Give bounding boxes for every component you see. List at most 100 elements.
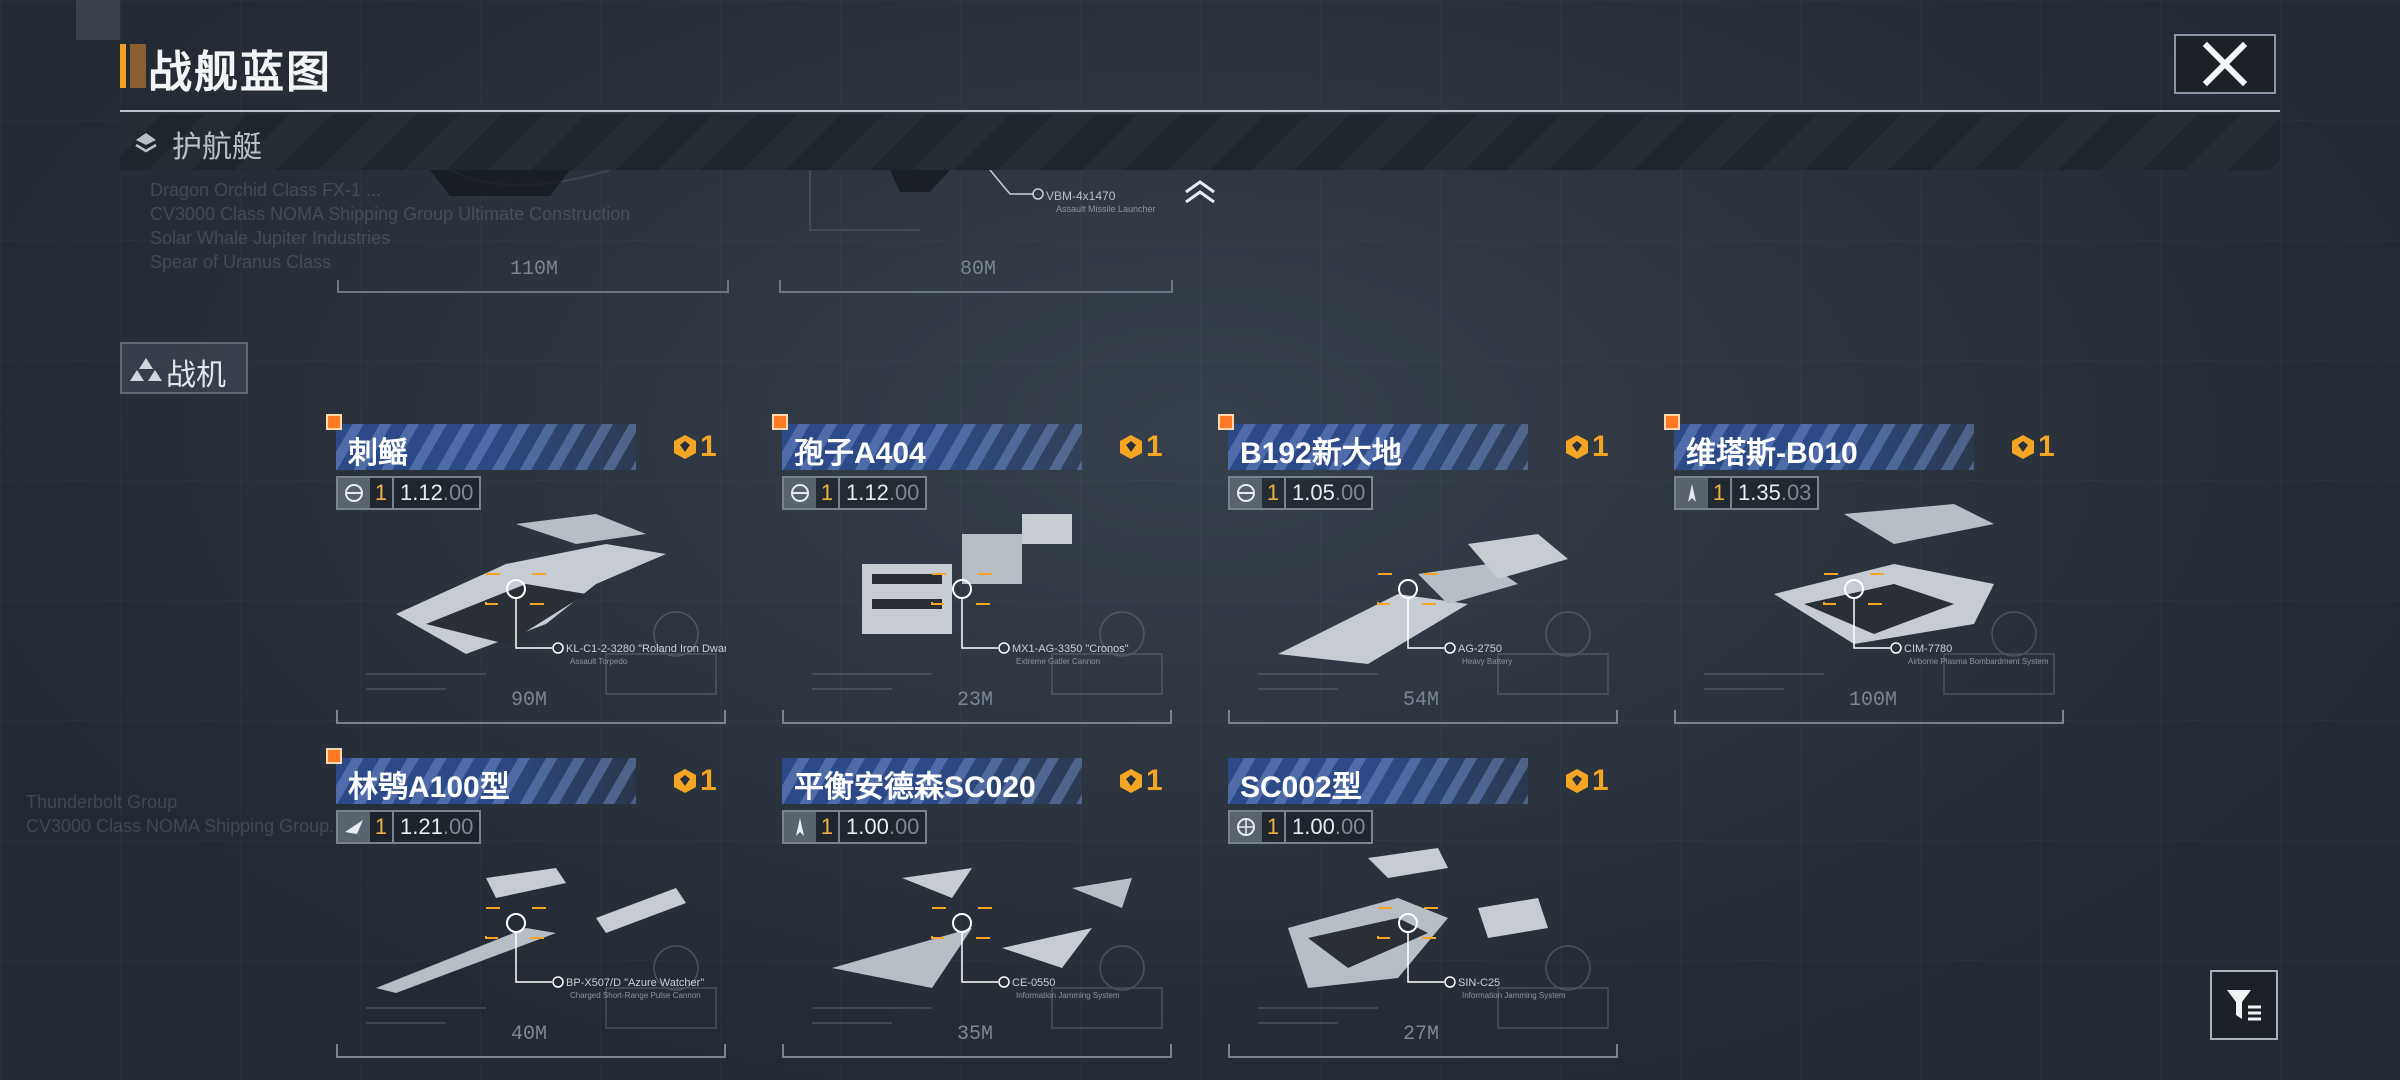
weapon-name: BP-X507/D "Azure Watcher" [566, 977, 704, 989]
weapon-desc: Extreme Gatler Cannon [1016, 657, 1100, 666]
svg-text:110M: 110M [510, 258, 558, 281]
card-name-bar: SC002型 [1228, 758, 1528, 804]
length-ruler [782, 710, 1172, 724]
category-label: 战机 [166, 358, 226, 393]
blueprint-card[interactable]: 孢子A404 1 1 1.12.00 MX1-AG-3350 "Cronos" … [772, 414, 1172, 724]
card-name-bar: 孢子A404 [782, 424, 1082, 470]
weapon-desc: Information Jamming System [1016, 991, 1120, 1000]
new-indicator [772, 414, 788, 430]
blueprint-count: 1 [672, 430, 717, 464]
ship-name: SC002型 [1240, 771, 1362, 804]
blueprint-card[interactable]: SC002型 1 1 1.00.00 SIN-C25 Information J… [1228, 758, 1618, 1058]
collapse-chevron-icon[interactable] [1182, 178, 1218, 206]
power-decimal: .00 [1334, 814, 1366, 839]
close-button[interactable] [2174, 34, 2276, 94]
blueprint-token-icon [1566, 769, 1588, 793]
filter-button[interactable] [2210, 970, 2278, 1040]
ship-length: 23M [957, 689, 994, 712]
svg-text:VBM-4x1470: VBM-4x1470 [1046, 189, 1116, 203]
fighter-icon [791, 484, 809, 502]
ship-blueprint-art: SIN-C25 Information Jamming System [1258, 848, 1609, 1029]
card-name-bar: 刺鳐 [336, 424, 636, 470]
length-ruler [1228, 1044, 1618, 1058]
fighter-icon [345, 484, 363, 502]
count-value: 1 [700, 430, 717, 463]
weapon-name: CE-0550 [1012, 977, 1055, 989]
corner-decoration [76, 0, 120, 40]
escort-row-partial: VBM-4x1470 Assault Missile Launcher 110M… [337, 170, 1173, 293]
weapon-name: CIM-7780 [1904, 643, 1952, 655]
background-lore-text-2: Thunderbolt Group CV3000 Class NOMA Ship… [26, 792, 345, 836]
power-decimal: .00 [442, 814, 474, 839]
blueprint-token-icon [674, 769, 696, 793]
close-icon [2202, 41, 2248, 87]
ship-blueprint-art: MX1-AG-3350 "Cronos" Extreme Gatler Cann… [812, 514, 1163, 695]
ship-name: B192新大地 [1240, 437, 1402, 470]
blueprint-count: 1 [672, 764, 717, 798]
new-indicator [1218, 414, 1234, 430]
layers-icon [135, 133, 157, 153]
weapon-name: MX1-AG-3350 "Cronos" [1012, 643, 1129, 655]
blueprint-card[interactable]: 林鸮A100型 1 1 1.21.00 BP-X507/D "Azure Wat… [326, 748, 726, 1058]
section-label: 护航艇 [172, 130, 262, 165]
new-indicator [326, 414, 342, 430]
support-icon [1237, 818, 1255, 836]
weapon-name: SIN-C25 [1458, 977, 1500, 989]
filter-icon [2227, 990, 2261, 1021]
length-ruler [336, 1044, 726, 1058]
power-value: 1.00 [1292, 814, 1335, 839]
card-name-bar: B192新大地 [1228, 424, 1528, 470]
weapon-desc: Charged Short-Range Pulse Cannon [570, 991, 701, 1000]
weapon-name: AG-2750 [1458, 643, 1502, 655]
blueprint-token-icon [1566, 435, 1588, 459]
length-ruler [336, 710, 726, 724]
blueprint-card[interactable]: 维塔斯-B010 1 1 1.35.03 CIM-7780 Airborne P… [1664, 414, 2064, 724]
header-divider [120, 110, 2280, 112]
blueprint-card[interactable]: B192新大地 1 1 1.05.00 AG-2750 Heavy Batter… [1218, 414, 1618, 724]
power-value: 1.12 [846, 480, 889, 505]
ship-blueprint-art: CIM-7780 Airborne Plasma Bombardment Sys… [1704, 504, 2055, 695]
ship-length: 27M [1403, 1023, 1440, 1046]
svg-text:80M: 80M [960, 258, 996, 281]
weapon-desc: Assault Torpedo [570, 657, 628, 666]
power-value: 1.00 [846, 814, 889, 839]
power-value: 1.12 [400, 480, 443, 505]
blueprint-card[interactable]: 平衡安德森SC020 1 1 1.00.00 CE-0550 Informati… [782, 758, 1172, 1058]
section-header-escort[interactable]: 护航艇 [120, 114, 2280, 170]
fighter-icon [1237, 484, 1255, 502]
ship-length: 54M [1403, 689, 1440, 712]
power-decimal: .00 [442, 480, 474, 505]
count-value: 1 [1146, 764, 1163, 797]
blueprint-count: 1 [1564, 430, 1609, 464]
ship-length: 40M [511, 1023, 548, 1046]
fighter-group-icon [130, 358, 162, 381]
ship-name: 孢子A404 [794, 437, 926, 470]
power-decimal: .03 [1780, 480, 1812, 505]
ship-length: 90M [511, 689, 548, 712]
card-name-bar: 林鸮A100型 [336, 758, 636, 804]
blueprint-card[interactable]: 刺鳐 1 1 1.12.00 KL-C1-2-3280 "Roland Iron… [326, 414, 726, 724]
bomber-icon [1688, 484, 1696, 502]
weapon-name: KL-C1-2-3280 "Roland Iron Dwarf" [566, 643, 726, 655]
count-value: 1 [2038, 430, 2055, 463]
ship-blueprint-art: BP-X507/D "Azure Watcher" Charged Short-… [366, 868, 717, 1029]
interceptor-icon [345, 820, 363, 834]
bomber-icon [796, 818, 804, 836]
length-ruler [1674, 710, 2064, 724]
power-decimal: .00 [888, 480, 920, 505]
card-name-bar: 维塔斯-B010 [1674, 424, 1974, 470]
ship-name: 平衡安德森SC020 [794, 771, 1036, 804]
page-title: 战舰蓝图 [148, 47, 332, 98]
category-tag-fighters[interactable]: 战机 [120, 342, 248, 394]
blueprint-token-icon [2012, 435, 2034, 459]
ship-length: 100M [1849, 689, 1898, 712]
svg-text:Assault Missile Launcher: Assault Missile Launcher [1056, 204, 1156, 214]
weapon-desc: Heavy Battery [1462, 657, 1512, 666]
power-decimal: .00 [888, 814, 920, 839]
count-value: 1 [700, 764, 717, 797]
weapon-desc: Airborne Plasma Bombardment System [1908, 657, 2049, 666]
ship-blueprint-art: AG-2750 Heavy Battery [1258, 534, 1609, 695]
blueprint-token-icon [1120, 769, 1142, 793]
power-value: 1.21 [400, 814, 443, 839]
power-value: 1.35 [1738, 480, 1781, 505]
